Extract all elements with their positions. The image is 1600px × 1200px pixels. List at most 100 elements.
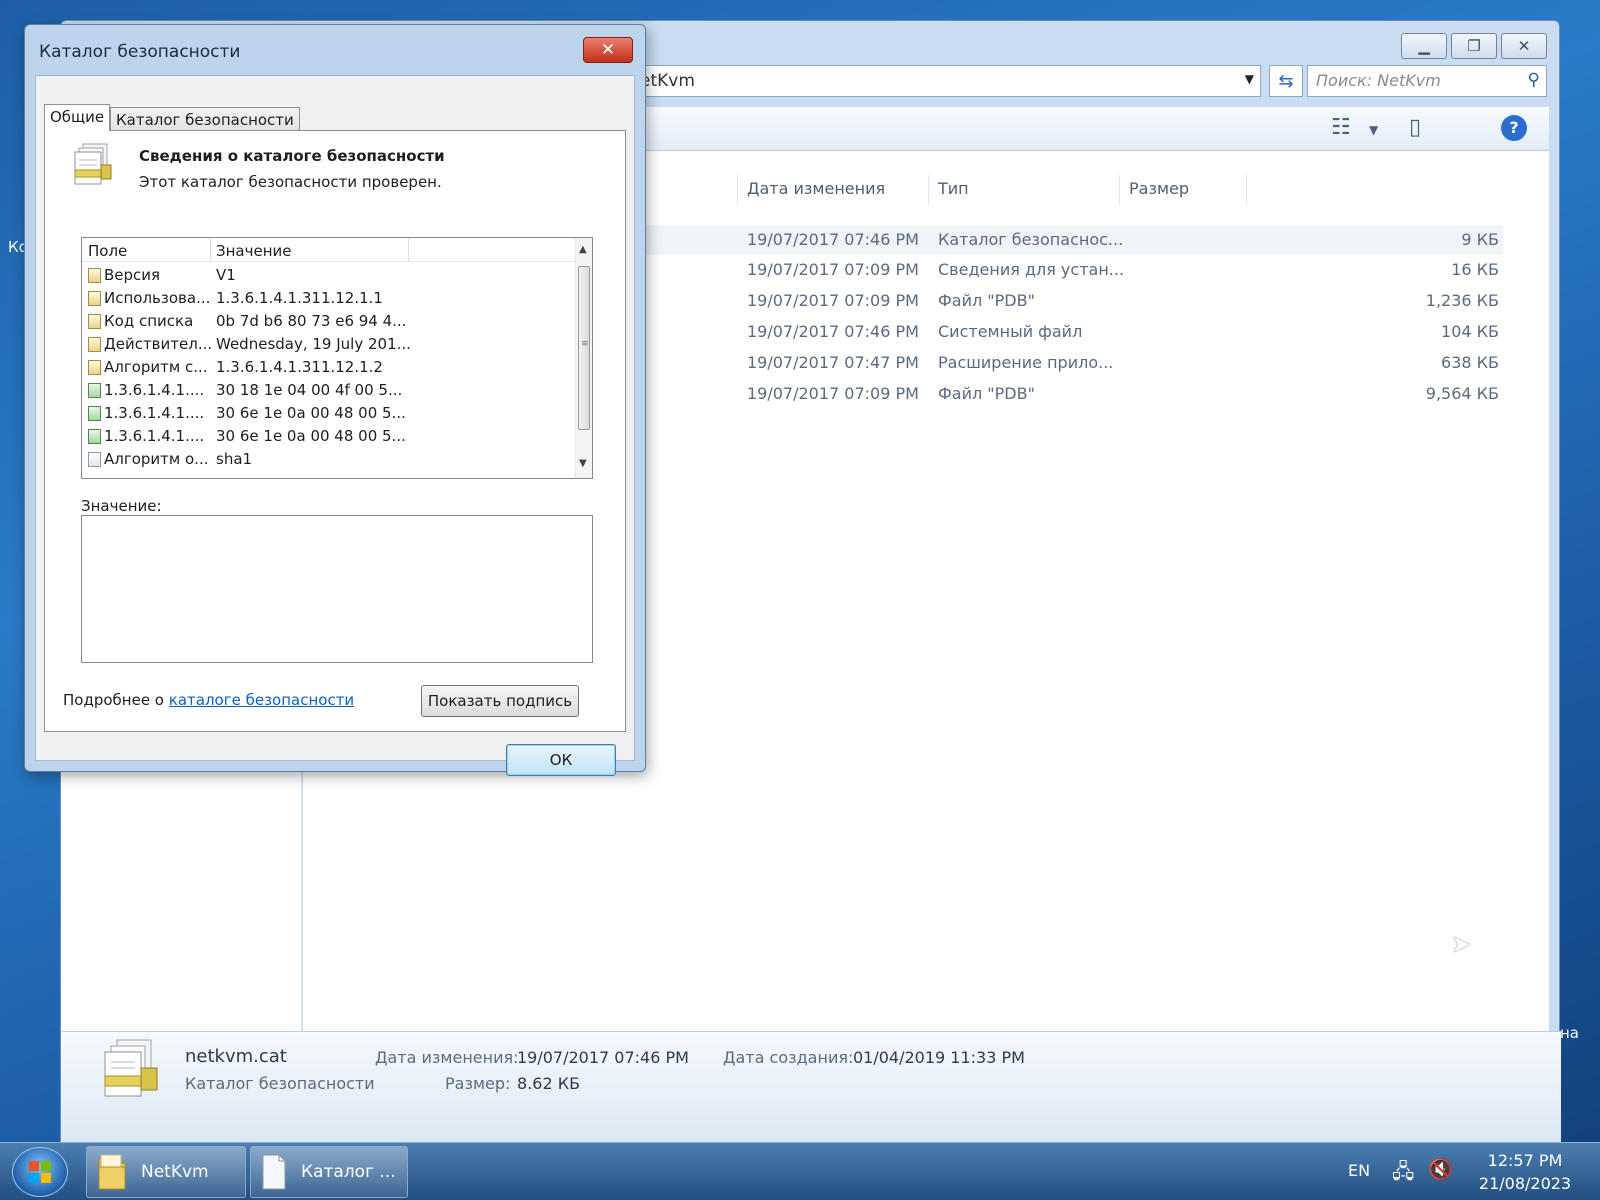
field-value: V1 [216, 266, 236, 284]
tab-general[interactable]: Общие [44, 104, 111, 131]
address-text: etKvm [640, 71, 695, 91]
value-textbox[interactable] [81, 515, 593, 663]
fields-list[interactable]: Поле Значение Версия V1 Использова... 1.… [81, 237, 593, 479]
field-plain-icon [88, 452, 101, 467]
dialog-close-button[interactable]: ✕ [583, 37, 633, 63]
details-size-value: 8.62 КБ [517, 1074, 581, 1093]
minimize-icon: ▁ [1418, 37, 1430, 55]
network-icon[interactable]: 🖧 [1392, 1157, 1414, 1191]
list-item[interactable]: 1.3.6.1.4.1.... 30 6e 1e 0a 00 48 00 5..… [82, 402, 576, 425]
close-window-button[interactable]: ✕ [1501, 33, 1547, 59]
field-name: 1.3.6.1.4.1.... [104, 404, 205, 422]
field-value: 30 6e 1e 0a 00 48 00 5... [216, 404, 406, 422]
file-date: 19/07/2017 07:47 PM [747, 353, 919, 372]
column-header-field[interactable]: Поле [88, 242, 127, 260]
extension-icon [88, 406, 101, 421]
desktop-icon-label-fragment-right: на [1560, 1024, 1579, 1042]
field-name: Версия [104, 266, 161, 284]
list-item[interactable]: 1.3.6.1.4.1.... 30 18 1e 04 00 4f 00 5..… [82, 379, 576, 402]
file-row[interactable]: 19/07/2017 07:47 PM Расширение прило... … [603, 348, 1503, 378]
field-value: 0b 7d b6 80 73 e6 94 4... [216, 312, 407, 330]
file-type: Системный файл [938, 322, 1083, 341]
details-created-label: Дата создания: [723, 1048, 854, 1067]
scrollbar-thumb[interactable]: ≡ [578, 266, 590, 430]
address-bar[interactable]: etKvm ▼ [631, 65, 1261, 97]
list-item[interactable]: Использова... 1.3.6.1.4.1.311.12.1.1 [82, 287, 576, 310]
field-value: sha1 [216, 450, 253, 468]
help-icon[interactable]: ? [1501, 115, 1527, 141]
file-row[interactable]: 19/07/2017 07:09 PM Файл "PDB" 1,236 КБ [603, 286, 1503, 316]
field-name: Действител... [104, 335, 213, 353]
security-catalog-link[interactable]: каталоге безопасности [169, 691, 354, 709]
list-item[interactable]: Код списка 0b 7d b6 80 73 e6 94 4... [82, 310, 576, 333]
catalog-verified-text: Этот каталог безопасности проверен. [139, 173, 442, 191]
search-icon[interactable]: ⚲ [1528, 70, 1540, 90]
list-item[interactable]: 1.3.6.1.4.1.... 30 6e 1e 0a 00 48 00 5..… [82, 425, 576, 448]
file-type: Файл "PDB" [938, 384, 1035, 403]
taskbar-item-netkvm[interactable]: NetKvm [86, 1146, 246, 1198]
file-row[interactable]: 19/07/2017 07:46 PM Каталог безопаснос..… [603, 225, 1503, 255]
field-value: 30 18 1e 04 00 4f 00 5... [216, 381, 403, 399]
clock[interactable]: 12:57 PM 21/08/2023 [1470, 1149, 1580, 1195]
language-indicator[interactable]: EN [1348, 1161, 1370, 1180]
field-value: Wednesday, 19 July 201... [216, 335, 411, 353]
field-doc-icon [88, 360, 101, 375]
tab-security-catalog[interactable]: Каталог безопасности [110, 107, 300, 130]
view-options-icon[interactable]: ☷ [1331, 115, 1351, 140]
list-item[interactable]: Алгоритм о... sha1 [82, 448, 576, 471]
field-value: 1.3.6.1.4.1.311.12.1.2 [216, 358, 383, 376]
learn-more-prefix: Подробнее о [63, 691, 169, 709]
scroll-down-icon[interactable]: ▼ [579, 458, 587, 469]
file-type: Каталог безопаснос... [938, 230, 1124, 249]
list-item[interactable]: Действител... Wednesday, 19 July 201... [82, 333, 576, 356]
details-created-value: 01/04/2019 11:33 PM [853, 1048, 1025, 1067]
volume-muted-icon[interactable]: 🔇 [1428, 1157, 1453, 1181]
general-tab-page: Сведения о каталоге безопасности Этот ка… [44, 130, 626, 732]
field-name: 1.3.6.1.4.1.... [104, 381, 205, 399]
field-value: 30 6e 1e 0a 00 48 00 5... [216, 427, 406, 445]
show-signature-button[interactable]: Показать подпись [421, 685, 579, 717]
file-size: 104 КБ [1441, 322, 1499, 341]
column-header-date[interactable]: Дата изменения [747, 179, 885, 203]
list-item[interactable]: Версия V1 [82, 264, 576, 287]
file-row[interactable]: 19/07/2017 07:46 PM Системный файл 104 К… [603, 317, 1503, 347]
security-catalog-file-icon [104, 1039, 158, 1097]
ok-button[interactable]: ОК [506, 744, 616, 776]
file-type: Сведения для устан... [938, 260, 1125, 279]
document-icon [262, 1154, 286, 1190]
details-filename: netkvm.cat [185, 1046, 287, 1067]
column-header-size[interactable]: Размер [1129, 179, 1189, 203]
list-scrollbar[interactable]: ▲ ≡ ▼ [575, 238, 592, 478]
clock-time: 12:57 PM [1487, 1151, 1563, 1170]
taskbar-item-security-catalog[interactable]: Каталог ... [250, 1146, 408, 1198]
file-type: Расширение прило... [938, 353, 1114, 372]
field-doc-icon [88, 314, 101, 329]
file-date: 19/07/2017 07:09 PM [747, 384, 919, 403]
security-catalog-dialog: Каталог безопасности ✕ Общие Каталог без… [24, 24, 646, 776]
search-input[interactable]: Поиск: NetKvm ⚲ [1307, 65, 1547, 97]
minimize-button[interactable]: ▁ [1401, 33, 1447, 59]
chevron-down-icon[interactable]: ▼ [1245, 72, 1254, 86]
file-size: 1,236 КБ [1425, 291, 1499, 310]
catalog-info-heading: Сведения о каталоге безопасности [139, 147, 445, 165]
file-date: 19/07/2017 07:46 PM [747, 322, 919, 341]
file-row[interactable]: 19/07/2017 07:09 PM Сведения для устан..… [603, 255, 1503, 285]
list-item[interactable]: Алгоритм с... 1.3.6.1.4.1.311.12.1.2 [82, 356, 576, 379]
maximize-button[interactable]: ❐ [1451, 33, 1497, 59]
search-placeholder: Поиск: NetKvm [1316, 71, 1441, 90]
taskbar-item-label: NetKvm [141, 1162, 209, 1182]
value-label: Значение: [81, 497, 162, 515]
security-catalog-icon [74, 143, 112, 185]
start-button[interactable] [12, 1147, 68, 1197]
scroll-up-icon[interactable]: ▲ [579, 244, 587, 255]
preview-pane-icon[interactable]: ▯ [1409, 115, 1421, 140]
file-row[interactable]: 19/07/2017 07:09 PM Файл "PDB" 9,564 КБ [603, 379, 1503, 409]
file-size: 9 КБ [1461, 230, 1499, 249]
close-icon: ✕ [1517, 37, 1531, 55]
column-header-value[interactable]: Значение [216, 242, 292, 260]
refresh-button[interactable]: ⇆ [1269, 65, 1303, 97]
chevron-down-icon[interactable]: ▼ [1369, 123, 1378, 137]
extension-icon [88, 383, 101, 398]
column-header-type[interactable]: Тип [938, 179, 969, 203]
dialog-title: Каталог безопасности [39, 42, 241, 62]
